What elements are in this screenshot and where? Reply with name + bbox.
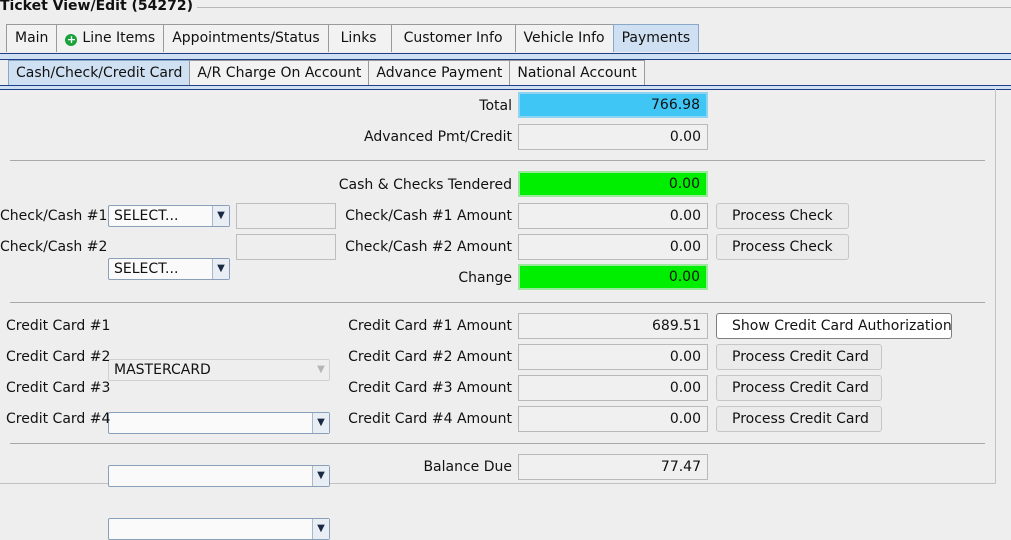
cc3-label: Credit Card #3 — [6, 380, 111, 396]
cash-tendered-label: Cash & Checks Tendered — [338, 177, 512, 193]
balance-due-label: Balance Due — [423, 459, 512, 475]
tab-payments[interactable]: Payments — [612, 24, 700, 52]
check2-amount-field[interactable]: 0.00 — [518, 234, 708, 260]
check1-amount-label: Check/Cash #1 Amount — [345, 208, 512, 224]
check2-label: Check/Cash #2 — [0, 239, 108, 255]
separator — [10, 443, 985, 444]
cc4-select[interactable]: ▼ — [108, 518, 330, 540]
tab-appointments-status-label: Appointments/Status — [172, 30, 320, 46]
process-credit-card-3-button[interactable]: Process Credit Card — [716, 375, 882, 401]
process-check-1-button[interactable]: Process Check — [716, 203, 849, 229]
main-tab-bar: Main + Line Items Appointments/Status Lin… — [6, 24, 700, 53]
process-check-2-button[interactable]: Process Check — [716, 234, 849, 260]
payment-subtab-bar: Cash/Check/Credit Card A/R Charge On Acc… — [8, 60, 645, 86]
cc4-amount-label: Credit Card #4 Amount — [348, 411, 512, 427]
total-label: Total — [479, 98, 512, 114]
window-title: Ticket View/Edit (54272) — [0, 0, 198, 15]
change-label: Change — [458, 270, 512, 286]
check2-select[interactable]: SELECT... ▼ — [108, 258, 230, 280]
advanced-pmt-label: Advanced Pmt/Credit — [364, 129, 512, 145]
chevron-down-icon: ▼ — [212, 259, 229, 279]
tab-links-label: Links — [340, 30, 377, 46]
subtab-national-label: National Account — [517, 65, 637, 81]
cc2-select[interactable]: ▼ — [108, 412, 330, 434]
show-credit-card-authorization-button[interactable]: Show Credit Card Authorization — [716, 313, 952, 339]
check1-select-value: SELECT... — [114, 208, 179, 224]
chevron-down-icon: ▼ — [212, 206, 229, 226]
cash-tendered-field: 0.00 — [518, 171, 708, 197]
tab-links[interactable]: Links — [327, 24, 392, 52]
tab-line-items-label: Line Items — [82, 30, 156, 46]
chevron-down-icon: ▼ — [313, 360, 329, 380]
subtab-ar-label: A/R Charge On Account — [197, 65, 362, 81]
cc1-label: Credit Card #1 — [6, 318, 111, 334]
cc3-amount-field[interactable]: 0.00 — [518, 375, 708, 401]
subtab-advance-label: Advance Payment — [376, 65, 503, 81]
tab-main-label: Main — [15, 30, 49, 46]
tab-payments-label: Payments — [621, 30, 691, 46]
cc1-amount-label: Credit Card #1 Amount — [348, 318, 512, 334]
tab-main[interactable]: Main — [6, 24, 58, 52]
tab-customer-info[interactable]: Customer Info — [390, 24, 516, 52]
subtab-national-account[interactable]: National Account — [509, 60, 645, 86]
advanced-pmt-field: 0.00 — [518, 124, 708, 150]
tab-vehicle-info-label: Vehicle Info — [523, 30, 605, 46]
check1-amount-field[interactable]: 0.00 — [518, 203, 708, 229]
subtab-ar-charge[interactable]: A/R Charge On Account — [189, 60, 370, 86]
main-tab-band — [0, 53, 1011, 60]
total-field: 766.98 — [518, 92, 708, 118]
chevron-down-icon: ▼ — [312, 519, 329, 539]
chevron-down-icon: ▼ — [312, 466, 329, 486]
balance-due-field: 77.47 — [518, 454, 708, 480]
plus-circle-icon: + — [65, 33, 78, 46]
separator — [10, 302, 985, 303]
separator — [10, 160, 985, 161]
change-field: 0.00 — [518, 264, 708, 290]
cc3-amount-label: Credit Card #3 Amount — [348, 380, 512, 396]
check1-select[interactable]: SELECT... ▼ — [108, 205, 230, 227]
check2-amount-label: Check/Cash #2 Amount — [345, 239, 512, 255]
cc3-select[interactable]: ▼ — [108, 465, 330, 487]
subtab-cash-label: Cash/Check/Credit Card — [16, 65, 183, 81]
tab-appointments-status[interactable]: Appointments/Status — [163, 24, 329, 52]
cc1-amount-field: 689.51 — [518, 313, 708, 339]
cc4-amount-field[interactable]: 0.00 — [518, 406, 708, 432]
subtab-advance-payment[interactable]: Advance Payment — [368, 60, 511, 86]
cc4-label: Credit Card #4 — [6, 411, 111, 427]
subtab-cash-check-credit-card[interactable]: Cash/Check/Credit Card — [8, 60, 191, 86]
cc2-amount-field[interactable]: 0.00 — [518, 344, 708, 370]
tab-line-items[interactable]: + Line Items — [56, 24, 165, 52]
cc1-select-value: MASTERCARD — [114, 362, 211, 378]
check1-number-input[interactable] — [236, 203, 336, 229]
check2-number-input[interactable] — [236, 234, 336, 260]
process-credit-card-4-button[interactable]: Process Credit Card — [716, 406, 882, 432]
cc1-select: MASTERCARD ▼ — [108, 359, 330, 381]
chevron-down-icon: ▼ — [312, 413, 329, 433]
process-credit-card-2-button[interactable]: Process Credit Card — [716, 344, 882, 370]
check1-label: Check/Cash #1 — [0, 208, 108, 224]
tab-customer-info-label: Customer Info — [403, 30, 503, 46]
check2-select-value: SELECT... — [114, 261, 179, 277]
cc2-amount-label: Credit Card #2 Amount — [348, 349, 512, 365]
tab-vehicle-info[interactable]: Vehicle Info — [514, 24, 614, 52]
cc2-label: Credit Card #2 — [6, 349, 111, 365]
